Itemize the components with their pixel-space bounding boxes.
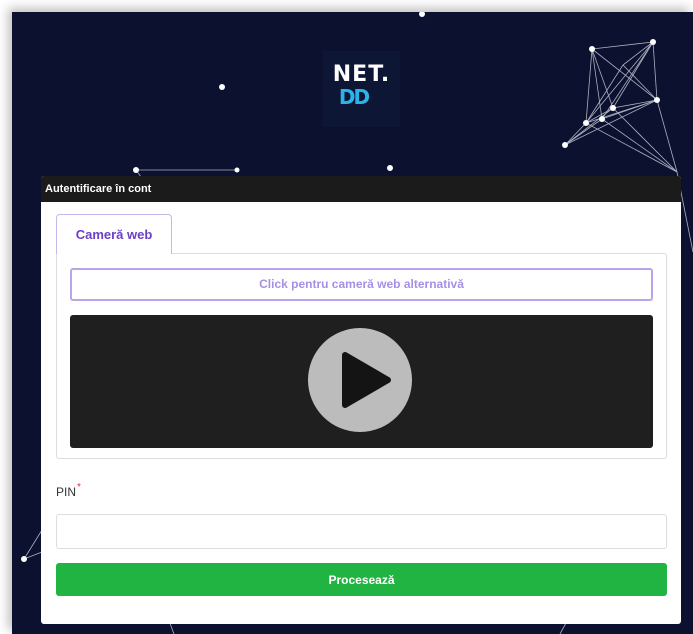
screenshot-frame: NET. DD Autentificare în cont Cameră web…	[0, 0, 693, 634]
webcam-panel: Click pentru cameră web alternativă	[56, 253, 667, 459]
process-button[interactable]: Procesează	[56, 563, 667, 596]
netdd-logo: NET. DD	[323, 51, 400, 127]
pin-input[interactable]	[56, 514, 667, 549]
pin-label-text: PIN	[56, 485, 77, 499]
login-dialog: Autentificare în cont Cameră web Click p…	[41, 176, 681, 624]
play-icon[interactable]	[308, 328, 412, 432]
pin-label: PIN*	[56, 482, 81, 499]
dialog-title: Autentificare în cont	[41, 176, 681, 202]
webcam-video-preview[interactable]	[70, 315, 653, 448]
tab-webcam[interactable]: Cameră web	[56, 214, 172, 254]
required-asterisk: *	[77, 482, 81, 493]
alternate-webcam-button[interactable]: Click pentru cameră web alternativă	[70, 268, 653, 301]
logo-text-net: NET.	[332, 62, 391, 87]
logo-text-dd: DD	[338, 85, 370, 109]
